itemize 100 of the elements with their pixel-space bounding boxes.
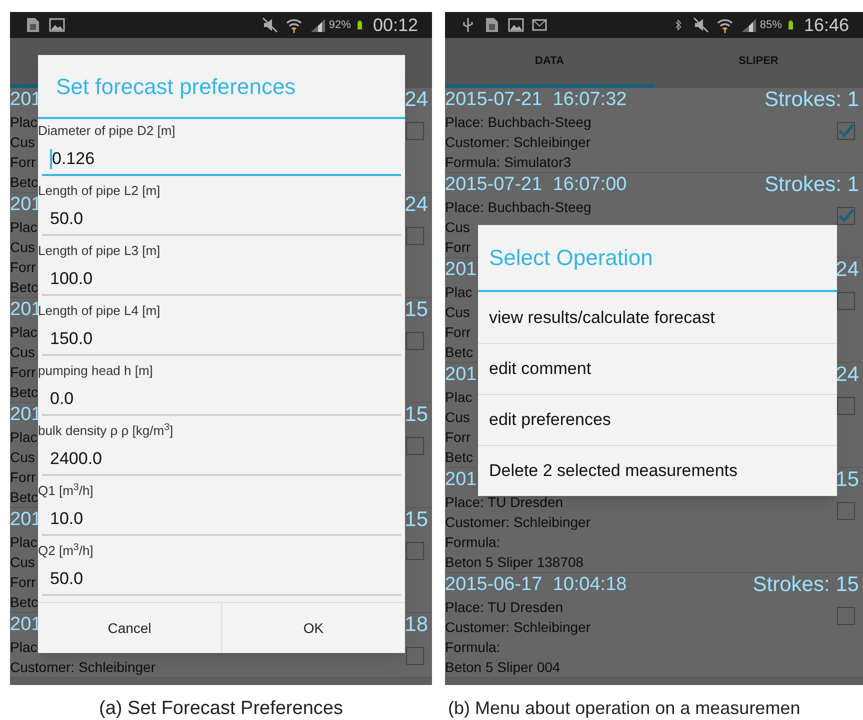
checkbox[interactable] bbox=[837, 207, 855, 225]
measurement-date: 201 bbox=[445, 363, 477, 387]
measurement-date: 2015-07-21 16:07:32 bbox=[445, 88, 627, 112]
measurement-detail: Plac bbox=[445, 388, 472, 407]
measurement-detail: Plac bbox=[10, 533, 38, 552]
field-label: Diameter of pipe D2 [m] bbox=[38, 122, 176, 140]
text-field[interactable]: 0.126 bbox=[42, 144, 401, 176]
dialog-button[interactable]: Cancel bbox=[38, 603, 221, 653]
measurement-date: 201 bbox=[10, 88, 42, 112]
measurement-detail: Betc bbox=[445, 343, 474, 362]
checkbox[interactable] bbox=[406, 122, 424, 140]
figure-caption: (b) Menu about operation on a measuremen bbox=[447, 697, 800, 720]
measurement-detail: Cus bbox=[10, 448, 35, 467]
measurement-detail: Betc bbox=[10, 593, 38, 612]
checkbox[interactable] bbox=[406, 332, 424, 350]
menu-item[interactable]: Delete 2 selected measurements bbox=[478, 445, 837, 496]
measurement-detail: Customer: Schleibinger bbox=[445, 133, 591, 152]
measurement-date: 2015-07-21 16:07:00 bbox=[445, 173, 627, 197]
measurement-detail: Place: TU Dresden bbox=[445, 598, 564, 617]
measurement-detail: Place: TU Dresden bbox=[445, 493, 564, 512]
field-label: Q1 [m$^{3}$/h] bbox=[38, 481, 94, 500]
text-field[interactable]: 10.0 bbox=[42, 504, 401, 536]
measurement-detail: Plac bbox=[10, 113, 38, 132]
measurement-detail: Beton 5 Sliper 138708 bbox=[445, 553, 584, 572]
mute-icon bbox=[260, 16, 279, 34]
mute-icon bbox=[692, 16, 710, 34]
measurement-detail: Forr bbox=[445, 323, 471, 342]
strokes-count: Strokes: 15 bbox=[752, 573, 859, 597]
measurement-detail: Place: Buchbach-Steeg bbox=[445, 113, 592, 132]
measurement-date: 2015-06-17 10:04:18 bbox=[445, 573, 627, 597]
text-field[interactable]: 2400.0 bbox=[42, 444, 401, 476]
strokes-count: 24 bbox=[836, 363, 859, 387]
strokes-count: Strokes: 1 bbox=[764, 88, 859, 112]
strokes-count: 24 bbox=[404, 88, 428, 112]
measurement-detail: Formula: Simulator3 bbox=[445, 153, 572, 172]
image-icon bbox=[507, 16, 525, 34]
strokes-count: 15 bbox=[404, 508, 428, 532]
menu-item[interactable]: edit comment bbox=[478, 343, 837, 394]
checkbox[interactable] bbox=[837, 607, 855, 625]
menu-item[interactable]: edit preferences bbox=[478, 394, 837, 445]
measurement-detail: Forr bbox=[445, 238, 471, 257]
measurement-detail: Cus bbox=[445, 303, 470, 322]
text-field[interactable]: 0.0 bbox=[42, 384, 401, 416]
image-icon bbox=[48, 16, 66, 34]
clock: 00:12 bbox=[372, 14, 418, 36]
measurement-detail: Formula: bbox=[445, 638, 500, 657]
signal-icon bbox=[308, 16, 327, 34]
measurement-detail: Forr bbox=[10, 258, 36, 277]
measurement-detail: Forr bbox=[10, 468, 36, 487]
strokes-count: 15 bbox=[404, 298, 428, 322]
measurement-detail: Betc bbox=[445, 448, 474, 467]
strokes-count: 15 bbox=[404, 403, 428, 427]
measurement-detail: Cus bbox=[445, 408, 470, 427]
text-field[interactable]: 100.0 bbox=[42, 264, 401, 296]
measurement-detail: Betc bbox=[10, 383, 38, 402]
checkbox[interactable] bbox=[837, 397, 855, 415]
dialog-button[interactable]: OK bbox=[221, 603, 405, 653]
measurement-date: 201 bbox=[445, 258, 477, 282]
measurement-detail: Place: Buchbach-Steeg bbox=[445, 198, 592, 217]
sim-card-icon bbox=[483, 16, 501, 34]
checkbox[interactable] bbox=[837, 122, 855, 140]
checkbox[interactable] bbox=[406, 227, 424, 245]
signal-icon bbox=[740, 16, 758, 34]
measurement-detail: Forr bbox=[10, 363, 36, 382]
measurement-row[interactable]: 2015-07-21 16:07:32 Place: Buchbach-Steeg Customer: Schleibinger Formula: Simulator3 Strokes: 1 bbox=[445, 88, 863, 173]
checkbox[interactable] bbox=[406, 437, 424, 455]
measurement-detail: Cus bbox=[10, 343, 35, 362]
measurement-detail: Cus bbox=[10, 553, 35, 572]
clock: 16:46 bbox=[804, 14, 849, 36]
measurement-detail: Betc bbox=[10, 488, 38, 507]
text-field[interactable]: 50.0 bbox=[42, 564, 401, 596]
text-field[interactable]: 150.0 bbox=[42, 324, 401, 356]
strokes-count: 24 bbox=[404, 193, 428, 217]
measurement-detail: Plac bbox=[10, 428, 38, 447]
battery-percent: 85% bbox=[760, 18, 782, 33]
measurement-detail: Formula: bbox=[445, 533, 500, 552]
text-cursor bbox=[50, 149, 52, 169]
measurement-detail: Plac bbox=[10, 323, 38, 342]
checkbox[interactable] bbox=[406, 542, 424, 560]
text-field[interactable]: 50.0 bbox=[42, 204, 401, 236]
measurement-detail: Plac bbox=[10, 218, 38, 237]
measurement-detail: Customer: Schleibinger bbox=[10, 658, 156, 677]
sim-card-icon bbox=[24, 16, 42, 34]
measurement-detail: Plac bbox=[445, 283, 472, 302]
measurement-date: 201 bbox=[10, 508, 42, 532]
checkbox[interactable] bbox=[837, 502, 855, 520]
tab-indicator bbox=[10, 84, 38, 88]
strokes-count: 24 bbox=[836, 258, 859, 282]
checkbox[interactable] bbox=[837, 292, 855, 310]
measurement-detail: Cus bbox=[445, 218, 470, 237]
menu-item[interactable]: view results/calculate forecast bbox=[478, 292, 837, 343]
field-label: pumping head h [m] bbox=[38, 362, 153, 380]
checkbox[interactable] bbox=[406, 647, 424, 665]
measurement-detail: Beton 5 Sliper 004 bbox=[445, 658, 560, 677]
measurement-detail: Cus bbox=[10, 238, 35, 257]
measurement-row[interactable]: 2015-06-17 10:04:18 Place: TU Dresden Customer: Schleibinger Formula: Beton 5 Sliper 004 Strokes: 15 bbox=[445, 573, 863, 678]
strokes-count: 18 bbox=[404, 613, 428, 637]
measurement-detail: Customer: Schleibinger bbox=[445, 618, 591, 637]
field-label: Q2 [m$^{3}$/h] bbox=[38, 541, 94, 560]
measurement-detail: Plac bbox=[10, 638, 38, 657]
